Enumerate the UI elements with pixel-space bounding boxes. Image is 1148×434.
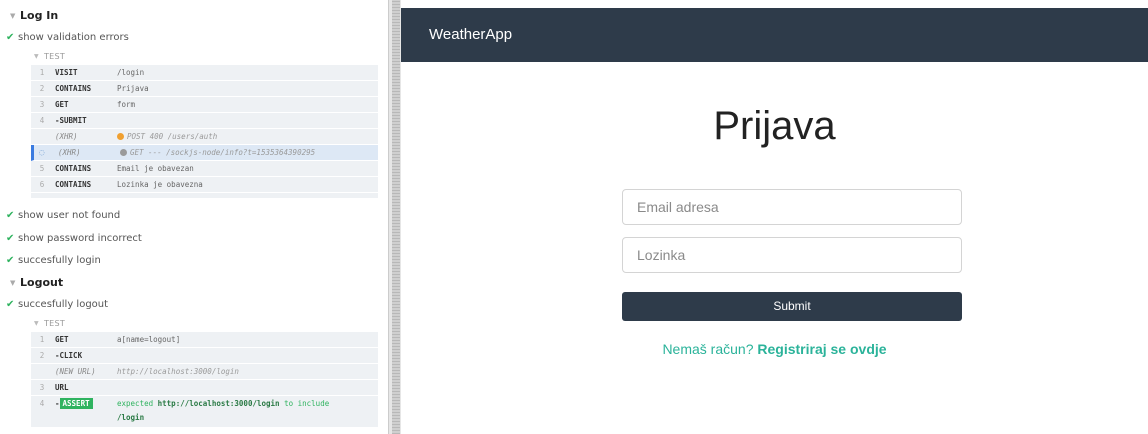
submit-button[interactable]: Submit: [622, 292, 962, 321]
test-title: show user not found: [18, 210, 121, 221]
test-label-text: TEST: [44, 52, 66, 61]
command-row[interactable]: 1 VISIT /login: [31, 65, 378, 81]
command-name: CONTAINS: [55, 84, 92, 93]
register-link[interactable]: Registriraj se ovdje: [757, 341, 886, 357]
navbar: WeatherApp: [401, 8, 1148, 62]
event-message-text: GET --- /sockjs-node/info?t=153536439029…: [130, 148, 316, 157]
app-preview: WeatherApp Prijava Submit Nemaš račun? R…: [401, 0, 1148, 434]
command-row[interactable]: 2 -CLICK: [31, 348, 378, 364]
command-name: -SUBMIT: [55, 116, 87, 125]
suite-log-in[interactable]: ▼ Log In: [10, 8, 58, 24]
command-message: Prijava: [117, 84, 149, 93]
command-number: 2: [39, 351, 45, 360]
assert-text-pre: expected: [117, 399, 158, 408]
event-message: POST 400 /users/auth: [117, 129, 217, 145]
event-message: http://localhost:3000/login: [117, 367, 239, 376]
xhr-event-row-active[interactable]: ◌ (XHR) GET --- /sockjs-node/info?t=1535…: [31, 145, 378, 161]
assert-row[interactable]: 4 - ASSERT expected http://localhost:3000…: [31, 396, 378, 428]
command-row[interactable]: 3 GET form: [31, 97, 378, 113]
resize-grip[interactable]: [392, 0, 400, 434]
test-label-text: TEST: [44, 319, 66, 328]
test-title: succesfully login: [18, 255, 101, 266]
assert-text-url: http://localhost:3000/login: [157, 399, 280, 408]
command-list: 1 GET a[name=logout] 2 -CLICK (NEW URL) …: [31, 332, 378, 428]
panel-resize-handle[interactable]: [388, 0, 401, 434]
check-icon: ✔: [6, 210, 15, 221]
command-row[interactable]: 2 CONTAINS Prijava: [31, 81, 378, 97]
event-name: (XHR): [55, 132, 78, 141]
command-row[interactable]: 5 CONTAINS Email je obavezan: [31, 161, 378, 177]
command-message: form: [117, 100, 136, 109]
command-name: URL: [55, 383, 69, 392]
test-show-validation-errors[interactable]: ✔ show validation errors: [6, 30, 129, 46]
new-url-event-row[interactable]: (NEW URL) http://localhost:3000/login: [31, 364, 378, 380]
command-number: 3: [39, 383, 45, 392]
status-dot-icon: [120, 149, 127, 156]
register-prompt-text: Nemaš račun?: [662, 341, 754, 357]
command-number: 4: [39, 116, 45, 125]
event-message: GET --- /sockjs-node/info?t=153536439029…: [120, 145, 315, 161]
command-number: 5: [39, 164, 45, 173]
command-row[interactable]: 6 CONTAINS Lozinka je obavezna: [31, 177, 378, 193]
xhr-event-row[interactable]: (XHR) POST 400 /users/auth: [31, 129, 378, 145]
collapse-triangle-icon: ▼: [34, 53, 39, 60]
command-name: - ASSERT: [55, 396, 93, 412]
command-message: Email je obavezan: [117, 164, 194, 173]
pending-spinner-icon: ◌: [39, 148, 45, 158]
suite-title: Logout: [20, 276, 64, 289]
test-section-label[interactable]: ▼ TEST: [34, 51, 65, 63]
command-row[interactable]: 4 -SUBMIT: [31, 113, 378, 129]
command-number: 6: [39, 180, 45, 189]
check-icon: ✔: [6, 255, 15, 266]
suite-logout[interactable]: ▼ Logout: [10, 275, 63, 291]
test-title: show password incorrect: [18, 233, 142, 244]
test-show-user-not-found[interactable]: ✔ show user not found: [6, 208, 120, 224]
collapse-triangle-icon: ▼: [10, 12, 16, 20]
command-message: a[name=logout]: [117, 335, 181, 344]
assert-text-tail: /login: [117, 413, 145, 422]
collapse-triangle-icon: ▼: [10, 279, 16, 287]
command-message: /login: [117, 68, 145, 77]
check-icon: ✔: [6, 299, 15, 310]
command-number: 3: [39, 100, 45, 109]
assert-text-mid: to include: [279, 399, 330, 408]
register-prompt: Nemaš račun? Registriraj se ovdje: [401, 341, 1148, 357]
check-icon: ✔: [6, 32, 15, 43]
event-message-text: POST 400 /users/auth: [127, 132, 218, 141]
command-number: 1: [39, 335, 45, 344]
command-name: VISIT: [55, 68, 78, 77]
command-number: 2: [39, 84, 45, 93]
test-show-password-incorrect[interactable]: ✔ show password incorrect: [6, 231, 142, 247]
test-title: show validation errors: [18, 32, 129, 43]
test-section-label[interactable]: ▼ TEST: [34, 318, 65, 330]
command-row[interactable]: 1 GET a[name=logout]: [31, 332, 378, 348]
assert-badge: ASSERT: [59, 398, 93, 409]
command-name: CONTAINS: [55, 180, 92, 189]
check-icon: ✔: [6, 233, 15, 244]
test-succesfully-login[interactable]: ✔ succesfully login: [6, 253, 101, 269]
suite-title: Log In: [20, 9, 59, 22]
password-field[interactable]: [622, 237, 962, 273]
page-title: Prijava: [713, 104, 836, 148]
event-name: (XHR): [58, 148, 81, 157]
command-number: 1: [39, 68, 45, 77]
command-name: GET: [55, 100, 69, 109]
command-name: -CLICK: [55, 351, 83, 360]
command-number: 4: [39, 399, 45, 408]
command-log-panel: ▼ Log In ✔ show validation errors ▼ TEST 1 …: [0, 0, 388, 434]
command-name: CONTAINS: [55, 164, 92, 173]
assert-message: expected http://localhost:3000/login to …: [117, 397, 329, 425]
test-title: succesfully logout: [18, 299, 109, 310]
navbar-brand[interactable]: WeatherApp: [429, 26, 512, 43]
collapse-triangle-icon: ▼: [34, 320, 39, 327]
event-name: (NEW URL): [55, 367, 96, 376]
command-message: Lozinka je obavezna: [117, 180, 203, 189]
command-row[interactable]: 3 URL: [31, 380, 378, 396]
email-field[interactable]: [622, 189, 962, 225]
test-succesfully-logout[interactable]: ✔ succesfully logout: [6, 297, 108, 313]
status-dot-icon: [117, 133, 124, 140]
command-name: GET: [55, 335, 69, 344]
command-list: 1 VISIT /login 2 CONTAINS Prijava 3 GET …: [31, 65, 378, 198]
